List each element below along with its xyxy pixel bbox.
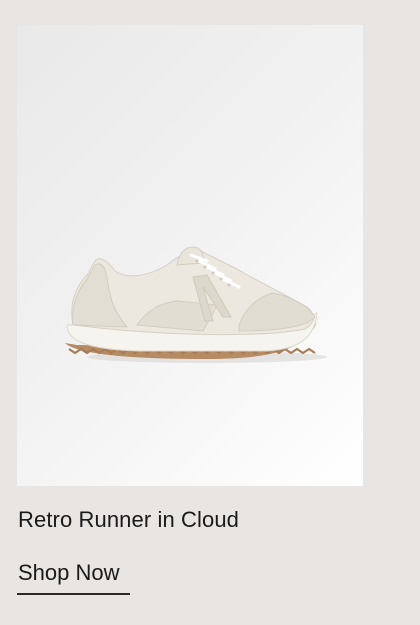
product-image[interactable] xyxy=(17,25,363,486)
product-title: Retro Runner in Cloud xyxy=(18,507,239,532)
sneaker-image xyxy=(65,246,327,363)
shop-now-link[interactable]: Shop Now xyxy=(18,560,120,586)
product-card: Retro Runner in Cloud Shop Now xyxy=(0,0,420,625)
shop-now-underline xyxy=(17,593,130,595)
